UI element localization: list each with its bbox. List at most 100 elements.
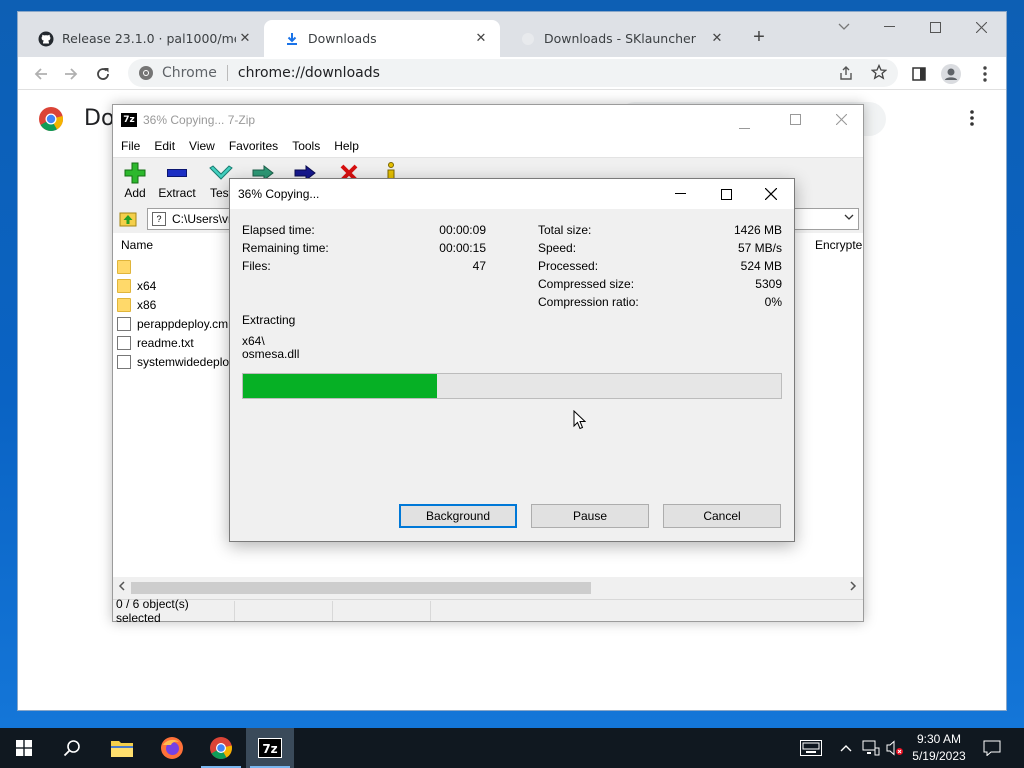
chrome-taskbar-button[interactable] — [197, 728, 245, 768]
sevenzip-taskbar-button[interactable]: 7z — [246, 728, 294, 768]
mouse-cursor-icon — [573, 410, 586, 430]
search-icon — [63, 740, 80, 757]
status-cell — [235, 600, 333, 621]
network-icon[interactable] — [860, 728, 882, 768]
share-icon[interactable] — [838, 65, 854, 85]
forward-button[interactable] — [58, 61, 84, 87]
menu-view[interactable]: View — [189, 139, 215, 153]
tool-label: Extract — [158, 186, 196, 200]
omnibox-url: chrome://downloads — [237, 65, 380, 81]
processed-value: 524 MB — [740, 259, 782, 273]
tab-search-button[interactable] — [822, 12, 866, 42]
tab-release[interactable]: Release 23.1.0 · pal1000/mesa-d ✕ — [18, 20, 264, 57]
list-item[interactable]: x86 — [117, 295, 156, 314]
background-button[interactable]: Background — [399, 504, 517, 528]
list-item[interactable] — [117, 257, 137, 276]
file-name: x86 — [137, 297, 157, 312]
scroll-right-icon[interactable] — [850, 581, 857, 594]
current-dir: x64\ — [242, 334, 265, 348]
touch-keyboard-icon[interactable] — [796, 728, 826, 768]
minus-icon — [167, 169, 187, 177]
horizontal-scrollbar[interactable] — [113, 579, 863, 597]
folder-icon — [117, 259, 131, 274]
side-panel-button[interactable] — [906, 61, 932, 87]
menu-bar: File Edit View Favorites Tools Help — [113, 135, 863, 157]
chrome-logo-icon — [139, 66, 153, 80]
maximize-icon[interactable] — [790, 114, 801, 128]
menu-tools[interactable]: Tools — [292, 139, 320, 153]
tab-downloads[interactable]: Downloads ✕ — [264, 20, 500, 57]
dialog-close-button[interactable] — [748, 179, 794, 209]
firefox-icon — [161, 737, 183, 759]
taskbar-clock[interactable]: 9:30 AM 5/19/2023 — [900, 731, 978, 765]
new-tab-button[interactable]: + — [748, 26, 770, 48]
file-explorer-button[interactable] — [98, 728, 146, 768]
downloads-menu-button[interactable] — [962, 108, 982, 128]
start-button[interactable] — [0, 728, 48, 768]
column-encrypted[interactable]: Encrypte — [815, 235, 862, 255]
chevron-up-icon[interactable] — [836, 728, 856, 768]
maximize-icon — [929, 21, 941, 33]
dialog-maximize-button[interactable] — [703, 179, 749, 209]
sevenzip-icon: 7z — [258, 738, 282, 758]
selection-status: 0 / 6 object(s) selected — [115, 597, 235, 625]
minimize-icon[interactable] — [739, 119, 750, 133]
profile-button[interactable] — [938, 61, 964, 87]
file-name: x64 — [137, 278, 157, 293]
dialog-title: 36% Copying... — [238, 187, 320, 201]
reload-button[interactable] — [90, 61, 116, 87]
svg-text:7z: 7z — [262, 742, 277, 756]
list-item[interactable]: readme.txt — [117, 333, 194, 352]
menu-favorites[interactable]: Favorites — [229, 139, 278, 153]
files-value: 47 — [472, 259, 486, 273]
scrollbar-thumb[interactable] — [131, 582, 591, 594]
folder-up-icon[interactable] — [119, 209, 137, 227]
chrome-menu-button[interactable] — [972, 61, 998, 87]
maximize-icon — [720, 188, 732, 200]
omnibox-divider — [226, 65, 228, 81]
file-name: perappdeploy.cm — [137, 316, 229, 331]
more-vert-icon — [970, 110, 974, 126]
firefox-button[interactable] — [148, 728, 196, 768]
page-icon — [520, 31, 536, 47]
menu-help[interactable]: Help — [334, 139, 359, 153]
folder-icon — [111, 741, 133, 757]
menu-file[interactable]: File — [121, 139, 140, 153]
dialog-minimize-button[interactable] — [657, 179, 703, 209]
back-button[interactable] — [28, 61, 54, 87]
list-item[interactable]: systemwidedeploy — [117, 352, 235, 371]
plus-icon — [124, 162, 146, 184]
chevron-down-icon[interactable] — [844, 212, 854, 223]
close-tab-icon[interactable]: ✕ — [236, 30, 254, 48]
sevenzip-titlebar[interactable]: 7z 36% Copying... 7-Zip — [113, 105, 863, 135]
pause-button[interactable]: Pause — [531, 504, 649, 528]
address-bar[interactable]: Chrome chrome://downloads — [128, 59, 898, 87]
list-item[interactable]: x64 — [117, 276, 156, 295]
scroll-left-icon[interactable] — [118, 581, 125, 594]
close-tab-icon[interactable]: ✕ — [708, 30, 726, 48]
minimize-button[interactable] — [866, 12, 912, 42]
total-size-value: 1426 MB — [733, 223, 782, 237]
compression-ratio-value: 0% — [764, 295, 782, 309]
speed-label: Speed: — [538, 241, 577, 255]
page-title: Do — [84, 106, 115, 131]
bookmark-star-icon[interactable] — [870, 63, 888, 84]
cancel-button[interactable]: Cancel — [663, 504, 781, 528]
drive-icon: ? — [152, 212, 166, 226]
chrome-icon — [210, 737, 232, 759]
maximize-button[interactable] — [912, 12, 958, 42]
add-button[interactable]: Add — [113, 160, 157, 200]
notifications-icon[interactable] — [980, 728, 1004, 768]
close-icon[interactable] — [835, 113, 848, 128]
progress-bar — [242, 373, 782, 399]
avatar-icon — [941, 64, 961, 84]
menu-edit[interactable]: Edit — [154, 139, 175, 153]
tab-sklauncher[interactable]: Downloads - SKlauncher ✕ — [500, 20, 736, 57]
status-bar: 0 / 6 object(s) selected — [113, 597, 863, 625]
column-name[interactable]: Name — [121, 235, 153, 255]
close-tab-icon[interactable]: ✕ — [472, 30, 490, 48]
close-window-button[interactable] — [958, 12, 1004, 42]
search-button[interactable] — [48, 728, 96, 768]
extract-button[interactable]: Extract — [155, 160, 199, 200]
list-item[interactable]: perappdeploy.cm — [117, 314, 228, 333]
